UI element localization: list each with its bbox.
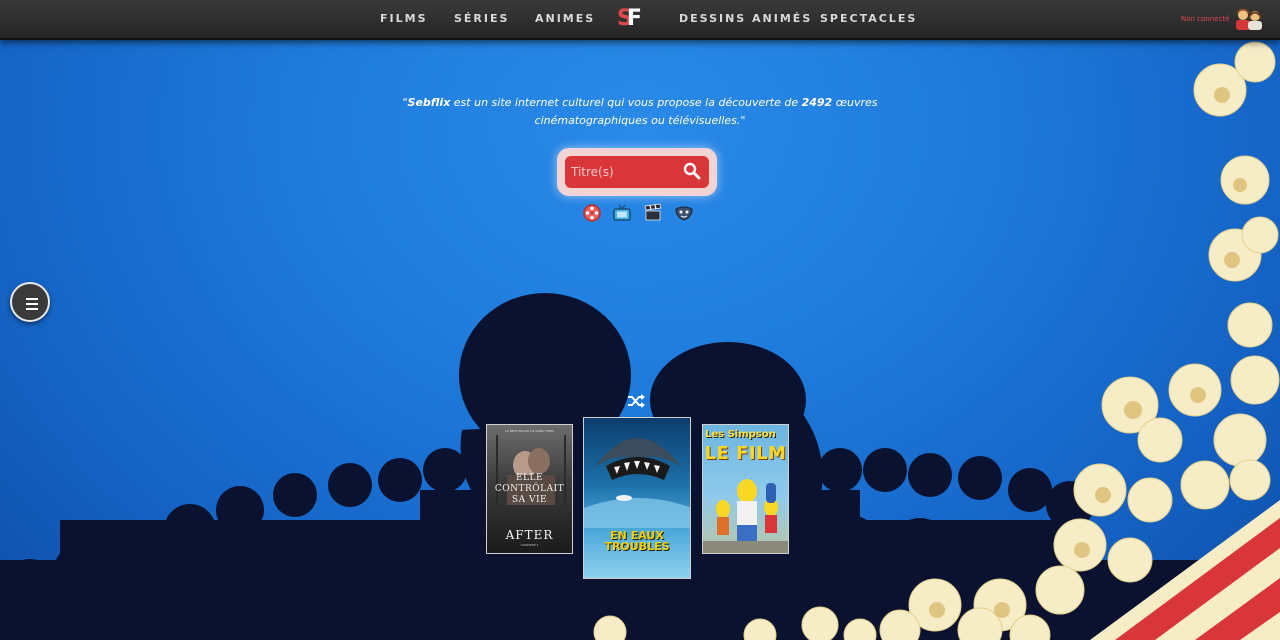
site-tagline: "Sebflix est un site internet culturel q… bbox=[380, 94, 900, 130]
tagline-text-1: est un site internet culturel qui vous p… bbox=[450, 96, 802, 109]
simpsons-family-artwork bbox=[703, 479, 788, 553]
poster-simpsons-le-film[interactable]: Les Simpson LE FILM bbox=[702, 424, 789, 554]
meg-title: EN EAUX TROUBLES bbox=[604, 529, 670, 553]
tagline-count: 2492 bbox=[801, 96, 833, 109]
menu-bar-1 bbox=[26, 298, 38, 300]
mask-icon[interactable] bbox=[673, 203, 695, 223]
poster-after[interactable]: LE BEST-SELLER DE ANNA TODD ELLE CONTRÔL… bbox=[486, 424, 573, 554]
simpsons-title: LE FILM bbox=[704, 443, 787, 464]
nav-spectacles[interactable]: SPECTACLES bbox=[820, 12, 917, 25]
logo-letter-f: F bbox=[626, 6, 642, 31]
site-logo[interactable]: SF bbox=[617, 6, 643, 32]
side-menu-button[interactable] bbox=[10, 282, 50, 322]
poster-en-eaux-troubles[interactable]: EN EAUX TROUBLES bbox=[583, 417, 691, 579]
menu-bar-3 bbox=[26, 308, 38, 310]
search-icon[interactable] bbox=[683, 162, 701, 180]
login-status[interactable]: Non connecté bbox=[1181, 15, 1229, 23]
users-avatar-icon[interactable] bbox=[1233, 8, 1265, 30]
top-navigation-bar: FILMS SÉRIES ANIMES SF DESSINS ANIMÉS SP… bbox=[0, 0, 1280, 40]
after-header-text: LE BEST-SELLER DE ANNA TODD bbox=[505, 429, 554, 433]
nav-series[interactable]: SÉRIES bbox=[454, 12, 509, 25]
after-tagline: ELLE CONTRÔLAIT SA VIE bbox=[494, 473, 565, 505]
simpsons-logo-text: Les Simpson bbox=[705, 429, 776, 440]
clapper-icon[interactable] bbox=[642, 203, 664, 223]
after-title: AFTER bbox=[505, 528, 554, 542]
category-filter-icons bbox=[581, 203, 701, 223]
tagline-site-name: Sebflix bbox=[407, 96, 451, 109]
shark-artwork bbox=[584, 438, 690, 528]
search-box bbox=[557, 148, 717, 196]
shuffle-icon[interactable] bbox=[627, 393, 645, 409]
menu-bar-2 bbox=[26, 303, 38, 305]
film-reel-icon[interactable] bbox=[581, 203, 603, 223]
nav-animes[interactable]: ANIMES bbox=[535, 12, 595, 25]
nav-dessins-animes[interactable]: DESSINS ANIMÉS bbox=[679, 12, 812, 25]
tv-icon[interactable] bbox=[611, 203, 633, 223]
nav-films[interactable]: FILMS bbox=[380, 12, 428, 25]
after-footer-text: CHAPITRE 1 bbox=[520, 543, 539, 547]
